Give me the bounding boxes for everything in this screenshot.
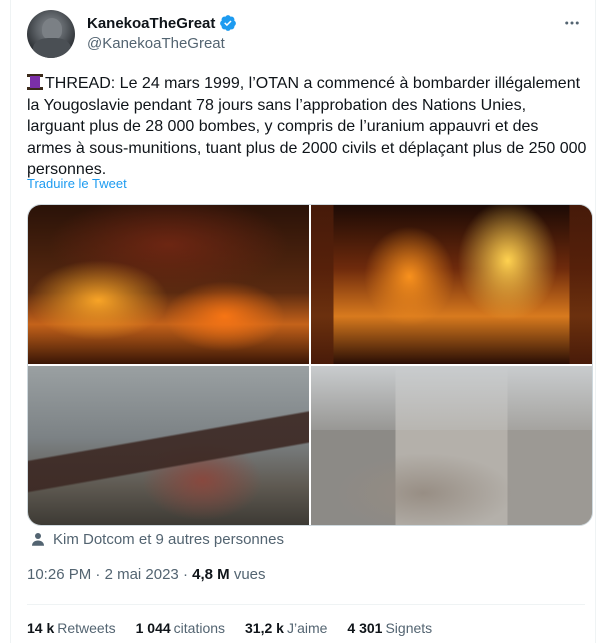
- bookmarks-stat[interactable]: 4 301 Signets: [347, 620, 432, 636]
- tweet-time[interactable]: 10:26 PM: [27, 566, 91, 583]
- avatar-head: [42, 18, 62, 40]
- photo-city-burning-night[interactable]: [28, 205, 309, 364]
- author-handle[interactable]: @KanekoaTheGreat: [87, 35, 225, 52]
- views-count: 4,8 M: [192, 566, 230, 583]
- tweet-text-body: THREAD: Le 24 mars 1999, l’OTAN a commen…: [27, 75, 591, 178]
- retweets-label: Retweets: [57, 620, 116, 636]
- views-label: vues: [233, 566, 266, 583]
- thread-spool-icon: [27, 74, 43, 90]
- citations-count: 1 044: [135, 620, 171, 636]
- media-grid: [27, 204, 593, 526]
- person-icon: [32, 533, 44, 546]
- retweets-stat[interactable]: 14 k Retweets: [27, 620, 116, 636]
- photo-destroyed-bridge-train[interactable]: [28, 366, 309, 525]
- likes-stat[interactable]: 31,2 k J’aime: [245, 620, 327, 636]
- photo-bombed-street-rubble[interactable]: [311, 366, 592, 525]
- tweet-meta: 10:26 PM · 2 mai 2023 · 4,8 M vues: [27, 566, 266, 583]
- meta-separator-2: ·: [182, 566, 188, 583]
- divider: [27, 604, 585, 605]
- photo-building-on-fire[interactable]: [311, 205, 592, 364]
- liked-by-text: Kim Dotcom et 9 autres personnes: [53, 530, 284, 548]
- liked-by-row[interactable]: Kim Dotcom et 9 autres personnes: [29, 530, 284, 548]
- avatar-body: [33, 38, 71, 58]
- translate-tweet-link[interactable]: Traduire le Tweet: [27, 176, 127, 191]
- more-dots-icon: [565, 21, 579, 25]
- citations-stat[interactable]: 1 044 citations: [136, 620, 225, 636]
- bookmarks-label: Signets: [385, 620, 433, 636]
- more-horizontal-icon[interactable]: [557, 10, 587, 36]
- tweet-date[interactable]: 2 mai 2023: [105, 566, 179, 583]
- retweets-count: 14 k: [27, 620, 55, 636]
- avatar[interactable]: [27, 10, 75, 58]
- likes-count: 31,2 k: [245, 620, 284, 636]
- author-name-row: KanekoaTheGreat: [87, 14, 237, 32]
- meta-separator: ·: [95, 566, 101, 583]
- citations-label: citations: [173, 620, 226, 636]
- likes-label: J’aime: [286, 620, 328, 636]
- bookmarks-count: 4 301: [347, 620, 383, 636]
- tweet-card: KanekoaTheGreat @KanekoaTheGreat THREAD:…: [10, 0, 596, 643]
- engagement-stats: 14 k Retweets 1 044 citations 31,2 k J’aime…: [27, 620, 452, 636]
- tweet-text: THREAD: Le 24 mars 1999, l’OTAN a commen…: [27, 73, 587, 181]
- verified-badge-icon: [220, 15, 237, 31]
- author-display-name[interactable]: KanekoaTheGreat: [87, 15, 215, 32]
